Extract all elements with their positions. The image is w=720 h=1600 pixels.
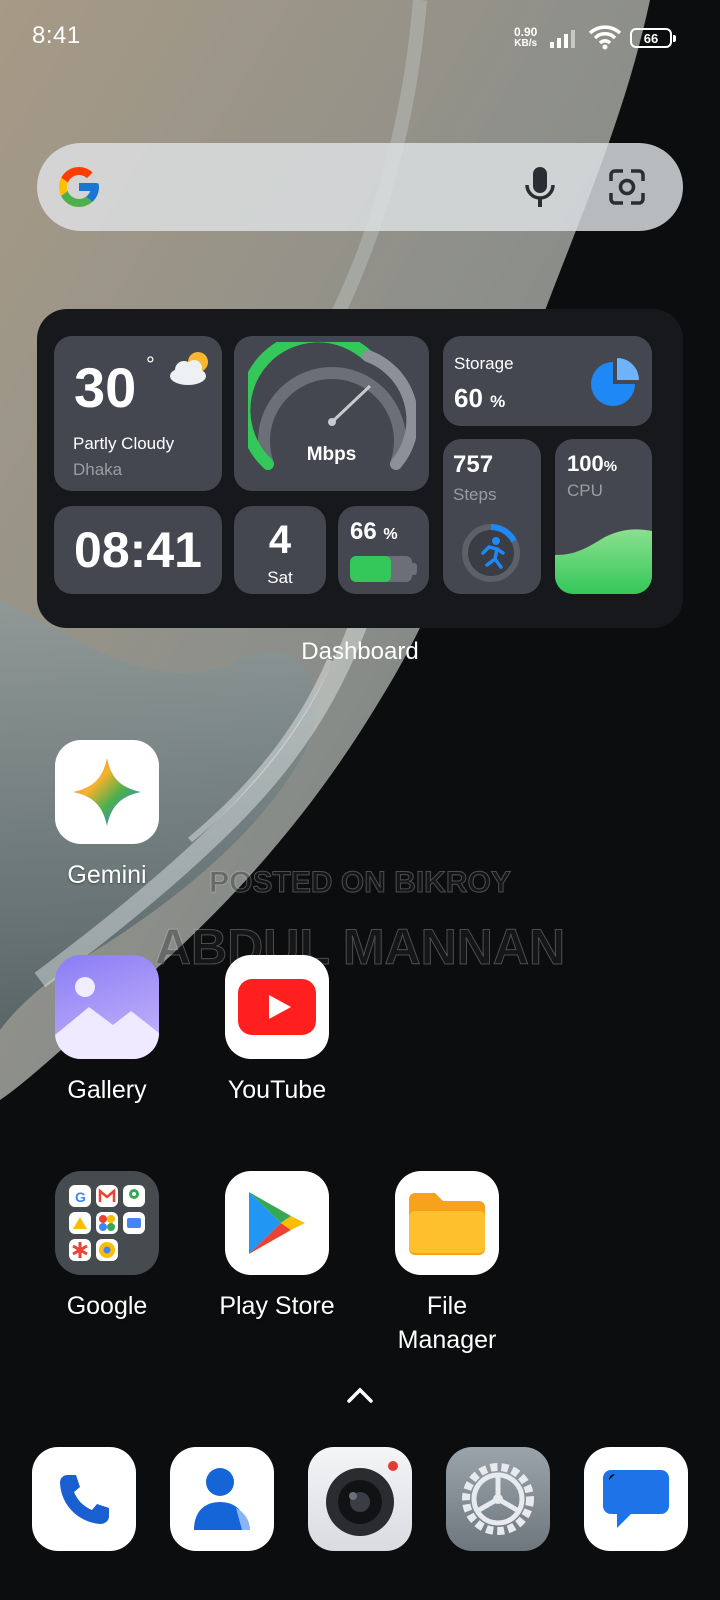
speed-tile[interactable]: Mbps — [234, 336, 429, 491]
play-store-icon — [225, 1171, 329, 1275]
storage-pie-icon — [591, 358, 639, 406]
app-youtube[interactable]: YouTube — [192, 955, 362, 1107]
mic-icon[interactable] — [523, 165, 557, 209]
google-folder-icon: G — [55, 1171, 159, 1275]
network-speed-unit: KB/s — [514, 38, 538, 49]
date-tile[interactable]: 4 Sat — [234, 506, 326, 594]
phone-icon[interactable] — [32, 1447, 136, 1551]
weather-tile[interactable]: 30 ° Partly Cloudy Dhaka — [54, 336, 222, 491]
clock-tile[interactable]: 08:41 — [54, 506, 222, 594]
app-label-file-manager: File Manager — [397, 1292, 497, 1354]
running-person-icon — [462, 524, 520, 582]
app-play-store[interactable]: Play Store — [192, 1171, 362, 1323]
weather-degree: ° — [146, 352, 155, 377]
battery-bar-fill — [350, 556, 391, 582]
steps-label: Steps — [453, 485, 497, 504]
weather-condition: Partly Cloudy — [73, 434, 175, 453]
google-search-bar[interactable] — [37, 143, 683, 231]
speed-unit: Mbps — [306, 444, 357, 465]
battery-bar-tip — [412, 563, 417, 575]
cpu-percent: 100 — [567, 451, 604, 476]
dashboard-widget-label: Dashboard — [301, 638, 419, 665]
google-g-logo — [59, 167, 99, 207]
weather-temp: 30 — [74, 356, 137, 419]
cpu-tile[interactable]: 100% CPU — [555, 439, 652, 594]
storage-unit: % — [490, 392, 506, 411]
storage-tile[interactable]: Storage 60 % — [443, 336, 652, 426]
app-label-google: Google — [66, 1292, 148, 1320]
cpu-value: 100% — [567, 451, 617, 477]
settings-gear-icon[interactable] — [446, 1447, 550, 1551]
battery-bar — [350, 556, 412, 582]
battery-tile[interactable]: 66 % — [338, 506, 429, 594]
storage-percent: 60 — [454, 383, 483, 413]
battery-icon: 66 — [630, 28, 676, 48]
cpu-wave-graph — [555, 529, 652, 594]
signal-icon — [550, 30, 575, 48]
date-day-number: 4 — [268, 518, 292, 562]
app-label-gemini: Gemini — [67, 861, 147, 889]
cpu-unit: % — [603, 458, 618, 475]
app-file-manager[interactable]: File Manager — [362, 1171, 532, 1357]
app-folder-google[interactable]: G Google — [22, 1171, 192, 1323]
dashboard-widget[interactable]: 30 ° Partly Cloudy Dhaka Mbps Storage 60… — [37, 309, 683, 628]
network-speed-value: 0.90 — [514, 25, 538, 39]
camera-lens-icon[interactable] — [607, 167, 647, 207]
partly-cloudy-icon — [170, 352, 208, 385]
contacts-icon[interactable] — [170, 1447, 274, 1551]
gallery-icon — [55, 955, 159, 1059]
date-day-name: Sat — [267, 568, 293, 587]
battery-tile-value: 66 % — [350, 518, 398, 546]
battery-level: 66 — [643, 30, 659, 46]
battery-tile-percent: 66 — [350, 518, 377, 545]
storage-label: Storage — [454, 354, 514, 373]
app-label-gallery: Gallery — [67, 1076, 147, 1104]
svg-text:G: G — [75, 1189, 86, 1205]
clock-time: 08:41 — [74, 522, 202, 578]
app-gallery[interactable]: Gallery — [22, 955, 192, 1107]
battery-tile-unit: % — [383, 526, 398, 543]
cpu-label: CPU — [567, 481, 603, 500]
network-speed: 0.90 KB/s — [514, 26, 537, 50]
folder-icon — [395, 1171, 499, 1275]
camera-icon[interactable] — [308, 1447, 412, 1551]
app-label-youtube: YouTube — [227, 1076, 327, 1104]
steps-value: 757 — [453, 451, 494, 478]
steps-tile[interactable]: 757 Steps — [443, 439, 541, 594]
chevron-up-icon[interactable] — [346, 1386, 374, 1404]
youtube-icon — [225, 955, 329, 1059]
status-time: 8:41 — [32, 22, 81, 49]
messages-icon[interactable] — [584, 1447, 688, 1551]
gemini-icon — [55, 740, 159, 844]
app-gemini[interactable]: Gemini — [22, 740, 192, 892]
wifi-icon — [588, 25, 622, 50]
app-label-play-store: Play Store — [219, 1292, 335, 1320]
weather-city: Dhaka — [73, 460, 123, 479]
storage-value: 60 % — [454, 383, 505, 414]
